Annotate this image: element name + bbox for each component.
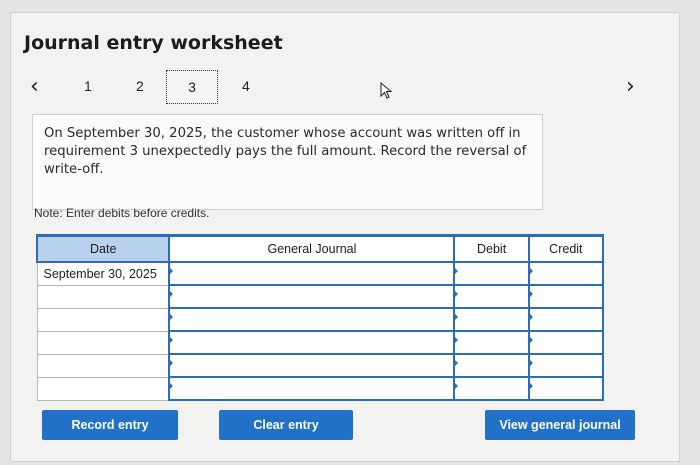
debit-input[interactable] bbox=[453, 261, 530, 286]
header-debit: Debit bbox=[453, 234, 530, 263]
page-title: Journal entry worksheet bbox=[24, 32, 283, 54]
view-general-journal-button[interactable]: View general journal bbox=[485, 410, 635, 440]
credit-input[interactable] bbox=[527, 261, 605, 286]
table-row bbox=[36, 307, 605, 332]
clear-entry-button[interactable]: Clear entry bbox=[219, 410, 353, 440]
note-text: Note: Enter debits before credits. bbox=[34, 206, 210, 220]
header-general-journal: General Journal bbox=[168, 234, 456, 263]
table-row bbox=[36, 330, 605, 355]
table-row bbox=[36, 353, 605, 378]
mouse-pointer-icon bbox=[380, 82, 393, 99]
credit-input[interactable] bbox=[527, 284, 605, 309]
journal-account-input[interactable] bbox=[168, 307, 456, 332]
debit-input[interactable] bbox=[453, 307, 530, 332]
date-cell[interactable] bbox=[36, 330, 170, 355]
chevron-left-icon[interactable]: ‹ bbox=[30, 76, 39, 98]
credit-input[interactable] bbox=[527, 353, 605, 378]
debit-input[interactable] bbox=[453, 353, 530, 378]
table-row: September 30, 2025 bbox=[36, 261, 605, 286]
credit-input[interactable] bbox=[527, 376, 605, 401]
date-cell[interactable] bbox=[36, 376, 170, 401]
journal-table: Date General Journal Debit Credit Septem… bbox=[35, 234, 605, 401]
journal-account-input[interactable] bbox=[168, 284, 456, 309]
journal-account-input[interactable] bbox=[168, 376, 456, 401]
debit-input[interactable] bbox=[453, 284, 530, 309]
question-text: On September 30, 2025, the customer whos… bbox=[44, 126, 527, 177]
step-pager: ‹ 1 2 3 4 › bbox=[0, 70, 700, 110]
step-3-label: 3 bbox=[188, 79, 196, 95]
record-entry-button[interactable]: Record entry bbox=[42, 410, 178, 440]
debit-input[interactable] bbox=[453, 330, 530, 355]
table-row bbox=[36, 284, 605, 309]
table-row bbox=[36, 376, 605, 401]
credit-input[interactable] bbox=[527, 330, 605, 355]
date-cell[interactable]: September 30, 2025 bbox=[36, 261, 170, 286]
step-2[interactable]: 2 bbox=[136, 78, 144, 94]
table-header-row: Date General Journal Debit Credit bbox=[35, 234, 605, 263]
journal-account-input[interactable] bbox=[168, 353, 456, 378]
header-credit: Credit bbox=[527, 234, 605, 263]
header-date: Date bbox=[35, 234, 171, 263]
credit-input[interactable] bbox=[527, 307, 605, 332]
step-3-active[interactable]: 3 bbox=[166, 70, 218, 104]
journal-account-input[interactable] bbox=[168, 261, 456, 286]
date-cell[interactable] bbox=[36, 307, 170, 332]
step-4[interactable]: 4 bbox=[242, 78, 250, 94]
question-box: On September 30, 2025, the customer whos… bbox=[32, 114, 543, 210]
step-1[interactable]: 1 bbox=[84, 78, 92, 94]
date-cell[interactable] bbox=[36, 353, 170, 378]
debit-input[interactable] bbox=[453, 376, 530, 401]
journal-account-input[interactable] bbox=[168, 330, 456, 355]
chevron-right-icon[interactable]: › bbox=[626, 76, 635, 98]
date-cell[interactable] bbox=[36, 284, 170, 309]
